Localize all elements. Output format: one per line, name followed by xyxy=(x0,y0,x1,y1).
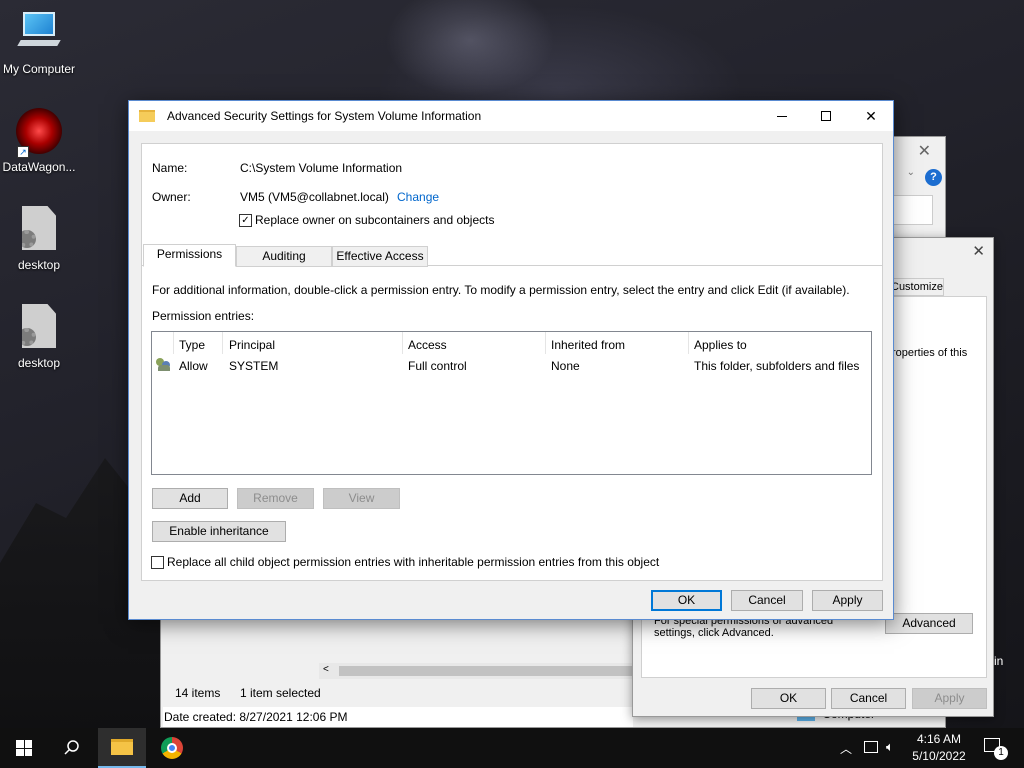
replace-owner-checkbox[interactable]: ✓ xyxy=(239,214,252,227)
column-header-type[interactable]: Type xyxy=(179,338,205,352)
column-header-inherited-from[interactable]: Inherited from xyxy=(551,338,625,352)
chrome-icon xyxy=(161,737,183,759)
network-icon[interactable] xyxy=(864,741,878,753)
shortcut-arrow-icon: ↗ xyxy=(17,146,29,158)
name-value: C:\System Volume Information xyxy=(240,161,403,175)
enable-inheritance-button[interactable]: Enable inheritance xyxy=(152,521,286,542)
apply-button: Apply xyxy=(912,688,987,709)
dialog-title: Advanced Security Settings for System Vo… xyxy=(167,109,482,123)
clock-time[interactable]: 4:16 AM xyxy=(908,732,970,746)
column-header-principal[interactable]: Principal xyxy=(229,338,275,352)
desktop-icon-label: DataWagon... xyxy=(2,160,76,174)
tab-effective-access[interactable]: Effective Access xyxy=(332,246,428,267)
content-panel: Name: C:\System Volume Information Owner… xyxy=(141,143,883,581)
date-created-tooltip: Date created: 8/27/2021 12:06 PM xyxy=(163,707,633,727)
desktop-icon-label: My Computer xyxy=(2,62,76,76)
maximize-button[interactable] xyxy=(803,101,849,131)
cell-access: Full control xyxy=(408,359,467,373)
replace-child-label: Replace all child object permission entr… xyxy=(167,555,660,569)
status-items-count: 14 items xyxy=(175,686,221,700)
datawagon-icon: ↗ xyxy=(15,108,63,158)
help-icon[interactable]: ? xyxy=(925,169,942,186)
start-button[interactable] xyxy=(0,728,48,768)
cell-type: Allow xyxy=(179,359,208,373)
advanced-button[interactable]: Advanced xyxy=(885,613,973,634)
partial-label: in xyxy=(994,654,1004,668)
view-button: View xyxy=(323,488,400,509)
desktop-icon-my-computer[interactable]: My Computer xyxy=(0,10,78,76)
folder-icon xyxy=(111,739,133,755)
desktop-icon-label: desktop xyxy=(17,356,61,370)
status-selected-count: 1 item selected xyxy=(240,686,321,700)
search-icon xyxy=(64,740,79,755)
tab-bar: Permissions Auditing Effective Access xyxy=(142,244,882,267)
change-owner-link[interactable]: Change xyxy=(397,190,439,204)
windows-icon xyxy=(16,740,32,756)
close-button[interactable]: ✕ xyxy=(848,101,894,131)
title-bar[interactable]: Advanced Security Settings for System Vo… xyxy=(129,101,893,131)
taskbar: ︿ 🔈︎ 4:16 AM 5/10/2022 1 xyxy=(0,728,1024,768)
folder-icon xyxy=(139,110,155,122)
computer-icon xyxy=(15,10,63,58)
chevron-up-icon[interactable]: ︿ xyxy=(840,740,852,757)
taskbar-file-explorer[interactable] xyxy=(98,728,146,768)
system-file-icon xyxy=(15,206,63,254)
minimize-button[interactable] xyxy=(759,101,805,131)
permission-entries-list[interactable]: Type Principal Access Inherited from App… xyxy=(151,331,872,475)
notification-badge: 1 xyxy=(994,746,1008,760)
system-file-icon xyxy=(15,304,63,352)
scroll-left-icon[interactable]: < xyxy=(323,664,329,675)
minimize-icon xyxy=(777,115,787,117)
close-icon: ✕ xyxy=(865,107,877,124)
tab-auditing[interactable]: Auditing xyxy=(236,246,332,267)
advanced-security-dialog: Advanced Security Settings for System Vo… xyxy=(128,100,894,620)
owner-value: VM5 (VM5@collabnet.local) xyxy=(240,190,389,204)
name-label: Name: xyxy=(152,161,188,175)
remove-button: Remove xyxy=(237,488,314,509)
column-header-applies-to[interactable]: Applies to xyxy=(694,338,747,352)
close-icon[interactable]: ✕ xyxy=(972,242,985,260)
permission-entries-label: Permission entries: xyxy=(152,309,255,323)
volume-icon[interactable]: 🔈︎ xyxy=(886,739,894,755)
replace-owner-label: Replace owner on subcontainers and objec… xyxy=(255,213,495,227)
ok-button[interactable]: OK xyxy=(651,590,722,611)
maximize-icon xyxy=(821,111,831,121)
cell-principal: SYSTEM xyxy=(229,359,279,373)
ok-button[interactable]: OK xyxy=(751,688,826,709)
cell-applies-to: This folder, subfolders and files xyxy=(694,359,860,373)
users-icon xyxy=(156,358,172,372)
tab-permissions[interactable]: Permissions xyxy=(143,244,236,267)
desktop-icon-desktop-1[interactable]: desktop xyxy=(0,206,78,272)
taskbar-chrome[interactable] xyxy=(148,728,196,768)
cancel-button[interactable]: Cancel xyxy=(831,688,906,709)
search-button[interactable] xyxy=(48,728,96,768)
chevron-down-icon[interactable]: ⌄ xyxy=(907,167,915,178)
clock-date[interactable]: 5/10/2022 xyxy=(908,749,970,763)
add-button[interactable]: Add xyxy=(152,488,228,509)
replace-child-checkbox[interactable] xyxy=(151,556,164,569)
tab-customize[interactable]: Customize xyxy=(888,278,944,296)
properties-text: roperties of this xyxy=(892,347,968,359)
desktop-icon-desktop-2[interactable]: desktop xyxy=(0,304,78,370)
close-icon[interactable]: ✕ xyxy=(918,141,931,161)
desktop-icon-datawagon[interactable]: ↗ DataWagon... xyxy=(0,108,78,174)
column-header-access[interactable]: Access xyxy=(408,338,447,352)
cell-inherited-from: None xyxy=(551,359,580,373)
desktop-icon-label: desktop xyxy=(17,258,61,272)
cancel-button[interactable]: Cancel xyxy=(731,590,803,611)
apply-button[interactable]: Apply xyxy=(812,590,883,611)
owner-label: Owner: xyxy=(152,190,191,204)
info-text: For additional information, double-click… xyxy=(152,283,850,297)
